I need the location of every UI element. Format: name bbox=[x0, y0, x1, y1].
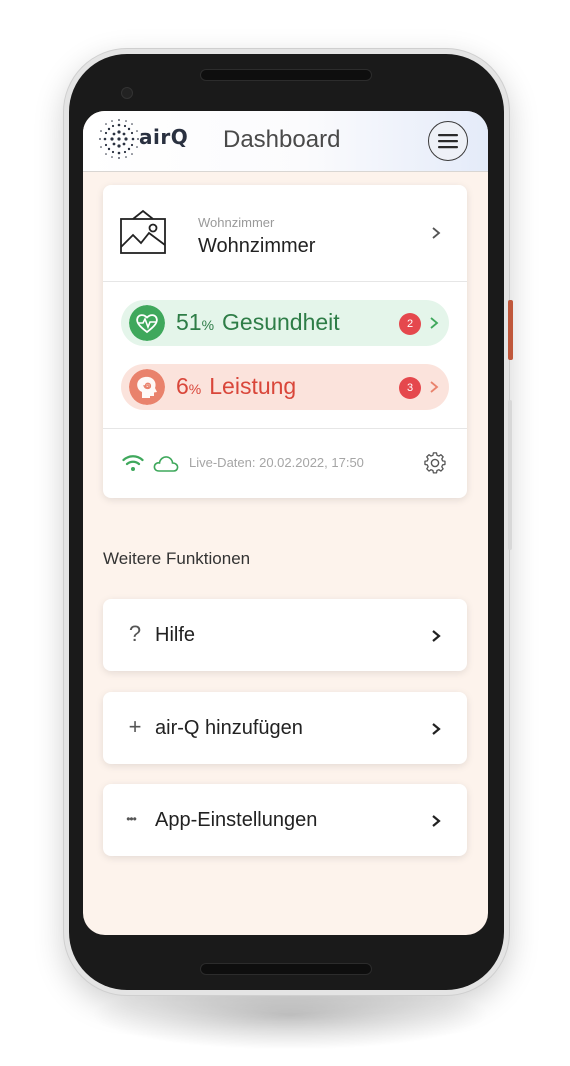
front-camera bbox=[121, 87, 133, 99]
spiral-head-icon bbox=[129, 369, 165, 405]
chevron-right-icon bbox=[432, 815, 441, 827]
room-name: Wohnzimmer bbox=[198, 235, 316, 257]
logo-text: airQ bbox=[139, 125, 189, 149]
health-unit: % bbox=[201, 317, 215, 333]
chevron-right-icon bbox=[432, 630, 441, 642]
performance-unit: % bbox=[188, 381, 202, 397]
add-airq-label: air-Q hinzufügen bbox=[155, 717, 303, 739]
section-title: Weitere Funktionen bbox=[103, 549, 251, 568]
app-header: airQ Dashboard bbox=[83, 111, 488, 172]
wifi-icon bbox=[122, 455, 144, 471]
divider bbox=[103, 281, 467, 282]
volume-button bbox=[508, 400, 512, 550]
status-row: Live-Daten: 20.02.2022, 17:50 bbox=[103, 433, 467, 493]
health-warning-badge: 2 bbox=[399, 313, 421, 335]
cloud-icon bbox=[153, 456, 179, 472]
health-label: Gesundheit bbox=[222, 309, 340, 335]
performance-warning-badge: 3 bbox=[399, 377, 421, 399]
chevron-right-icon bbox=[432, 227, 441, 239]
chevron-right-icon bbox=[430, 317, 439, 329]
divider bbox=[103, 428, 467, 429]
room-subtitle: Wohnzimmer bbox=[198, 215, 275, 230]
performance-label: Leistung bbox=[209, 373, 297, 399]
menu-button[interactable] bbox=[428, 121, 468, 161]
help-label: Hilfe bbox=[155, 624, 196, 646]
chevron-right-icon bbox=[430, 381, 439, 393]
question-mark-icon: ? bbox=[128, 621, 142, 646]
app-screen: airQ Dashboard Wohnzimmer Wohnzimmer 51%… bbox=[83, 111, 488, 935]
page-title: Dashboard bbox=[223, 126, 341, 153]
plus-icon: + bbox=[128, 714, 142, 739]
add-airq-item[interactable]: + air-Q hinzufügen bbox=[103, 692, 467, 764]
gear-icon[interactable] bbox=[423, 451, 447, 475]
chevron-right-icon bbox=[432, 723, 441, 735]
bottom-speaker bbox=[200, 963, 372, 975]
help-item[interactable]: ? Hilfe bbox=[103, 599, 467, 671]
power-button bbox=[508, 300, 513, 360]
performance-percent: 6 bbox=[176, 373, 189, 399]
health-value: 51% Gesundheit bbox=[176, 309, 340, 336]
app-settings-label: App-Einstellungen bbox=[155, 809, 318, 831]
picture-frame-icon bbox=[120, 209, 166, 254]
health-percent: 51 bbox=[176, 309, 202, 335]
hamburger-menu-icon bbox=[438, 134, 458, 149]
live-data-timestamp: Live-Daten: 20.02.2022, 17:50 bbox=[189, 455, 364, 470]
more-dots-icon: ••• bbox=[126, 812, 137, 826]
health-metric-pill[interactable]: 51% Gesundheit 2 bbox=[121, 300, 449, 346]
device-card: Wohnzimmer Wohnzimmer 51% Gesundheit 2 6… bbox=[103, 185, 467, 498]
app-settings-item[interactable]: ••• App-Einstellungen bbox=[103, 784, 467, 856]
performance-value: 6% Leistung bbox=[176, 373, 296, 400]
room-row[interactable]: Wohnzimmer Wohnzimmer bbox=[103, 185, 467, 281]
earpiece-speaker bbox=[200, 69, 372, 81]
heart-pulse-icon bbox=[129, 305, 165, 341]
performance-metric-pill[interactable]: 6% Leistung 3 bbox=[121, 364, 449, 410]
